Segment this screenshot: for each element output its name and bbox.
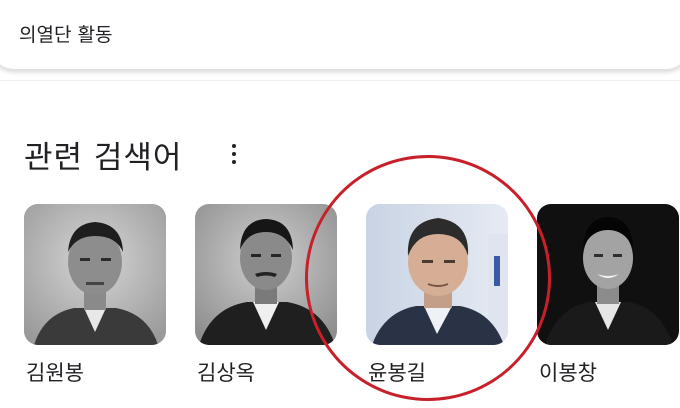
search-input[interactable]: [19, 19, 579, 47]
more-vert-icon-dot: [232, 144, 236, 148]
divider: [0, 80, 680, 81]
related-item-card[interactable]: 윤봉길: [366, 204, 508, 385]
portrait-photo: [366, 204, 508, 345]
portrait-photo: [195, 204, 337, 345]
related-item-card[interactable]: 김원봉: [24, 204, 166, 385]
related-item-card[interactable]: 김상옥: [195, 204, 337, 385]
more-options-button[interactable]: [222, 138, 246, 170]
related-item-name: 윤봉길: [368, 361, 426, 385]
related-item-name: 김원봉: [26, 361, 84, 385]
more-vert-icon-dot: [232, 160, 236, 164]
related-item-name: 이봉창: [539, 361, 597, 385]
portrait-photo: [537, 204, 679, 345]
search-box[interactable]: [0, 0, 680, 70]
portrait-photo: [24, 204, 166, 345]
section-title: 관련 검색어: [24, 140, 183, 176]
related-item-card[interactable]: 이봉창: [537, 204, 679, 385]
more-vert-icon-dot: [232, 152, 236, 156]
related-item-name: 김상옥: [197, 361, 255, 385]
